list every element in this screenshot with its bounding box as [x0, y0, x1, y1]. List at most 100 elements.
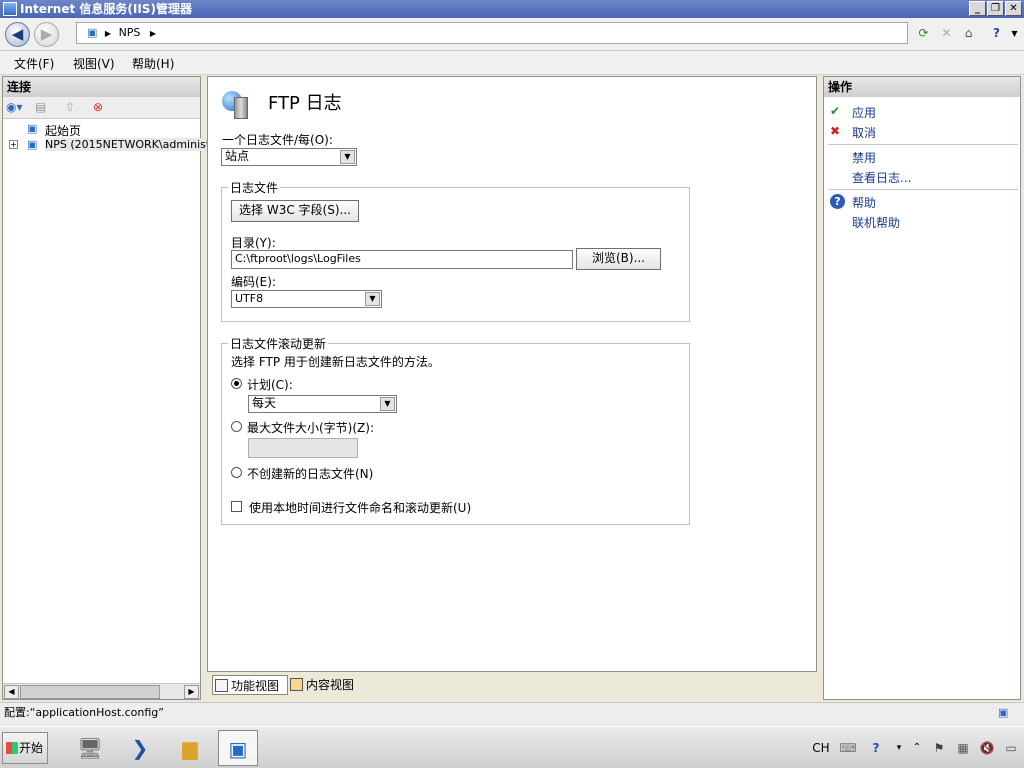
log-rollover-group: 日志文件滚动更新 选择 FTP 用于创建新日志文件的方法。 计划(C): 每天 … — [221, 335, 690, 525]
max-size-radio[interactable] — [231, 421, 242, 432]
page-title: FTP 日志 — [268, 93, 342, 114]
server-icon: ▣ — [87, 26, 98, 39]
language-indicator[interactable]: CH — [810, 727, 832, 768]
options-icon[interactable]: ▾ — [892, 727, 906, 768]
status-bar: 配置:“applicationHost.config” ▣ — [0, 702, 1024, 724]
view-tabs: 功能视图 内容视图 — [207, 675, 817, 697]
directory-input[interactable]: C:\ftproot\logs\LogFiles — [231, 250, 573, 269]
powershell-icon[interactable]: ❯ — [120, 730, 160, 766]
home-icon[interactable]: ⌂ — [960, 25, 977, 42]
local-time-label: 使用本地时间进行文件命名和滚动更新(U) — [249, 501, 472, 515]
action-apply[interactable]: 应用 — [852, 104, 876, 121]
action-center-flag-icon[interactable]: ⚑ — [930, 727, 948, 768]
explorer-folder-icon[interactable]: ▆ — [170, 730, 210, 766]
menu-view[interactable]: 视图(V) — [73, 55, 115, 72]
tree-expander[interactable]: + — [9, 140, 18, 149]
close-button[interactable]: ✕ — [1005, 1, 1022, 16]
show-hidden-icons[interactable]: ⌃ — [910, 727, 924, 768]
content-view-icon — [290, 678, 303, 691]
connections-toolbar: ◉▾ ▤ ⇧ ⊗ — [3, 97, 200, 119]
tab-content-view[interactable]: 内容视图 — [288, 675, 364, 695]
iis-manager-taskbar-icon[interactable]: ▣ — [218, 730, 258, 766]
chevron-down-icon[interactable]: ▼ — [380, 397, 395, 411]
action-online-help[interactable]: 联机帮助 — [852, 214, 900, 231]
address-bar[interactable]: ▣ ▶ NPS ▶ — [76, 22, 908, 44]
server-icon: ▣ — [27, 138, 38, 151]
schedule-radio[interactable] — [231, 378, 242, 389]
menu-bar: 文件(F) 视图(V) 帮助(H) — [0, 51, 1024, 75]
local-time-checkbox[interactable] — [231, 501, 242, 512]
encoding-select[interactable]: UTF8 ▼ — [231, 290, 382, 308]
schedule-select[interactable]: 每天 ▼ — [248, 395, 397, 413]
select-w3c-fields-button[interactable]: 选择 W3C 字段(S)... — [231, 200, 359, 222]
help-icon[interactable]: ? — [988, 25, 1005, 42]
minimize-button[interactable]: _ — [969, 1, 986, 16]
menu-file[interactable]: 文件(F) — [14, 55, 54, 72]
forward-button[interactable]: ▶ — [34, 22, 59, 47]
up-folder-icon[interactable]: ⇧ — [65, 100, 75, 114]
start-page-icon: ▣ — [27, 122, 38, 135]
divider — [828, 144, 1018, 145]
cancel-icon: ✖ — [830, 124, 841, 138]
action-view-logs[interactable]: 查看日志... — [852, 169, 911, 186]
max-size-label: 最大文件大小(字节)(Z): — [247, 421, 374, 435]
windows-flag-icon — [6, 742, 18, 754]
menu-help[interactable]: 帮助(H) — [132, 55, 174, 72]
connections-tree: ▣ 起始页 + ▣ NPS (2015NETWORK\administr — [3, 121, 215, 153]
ftp-logging-page: FTP 日志 一个日志文件/每(O): 站点 ▼ 日志文件 选择 W3C 字段(… — [207, 76, 817, 672]
rollover-description: 选择 FTP 用于创建新日志文件的方法。 — [231, 355, 440, 369]
no-new-log-radio[interactable] — [231, 467, 242, 478]
save-icon[interactable]: ▤ — [35, 100, 46, 114]
refresh-icon[interactable]: ⟳ — [915, 25, 932, 42]
chevron-down-icon[interactable]: ▼ — [340, 150, 355, 164]
back-button[interactable]: ◀ — [5, 22, 30, 47]
tree-item-start-page[interactable]: ▣ 起始页 — [3, 121, 200, 138]
help-icon: ? — [830, 194, 845, 209]
breadcrumb-arrow-icon: ▶ — [149, 29, 157, 38]
navigation-bar: ◀ ▶ ▣ ▶ NPS ▶ ⟳ ✕ ⌂ ? ▼ — [0, 18, 1024, 51]
breadcrumb-arrow-icon: ▶ — [104, 29, 112, 38]
schedule-value: 每天 — [252, 396, 277, 410]
one-log-per-select[interactable]: 站点 ▼ — [221, 148, 357, 166]
scroll-thumb[interactable] — [20, 685, 160, 699]
ftp-logging-icon — [220, 87, 254, 121]
action-disable[interactable]: 禁用 — [852, 149, 876, 166]
one-log-label: 一个日志文件/每(O): — [222, 133, 333, 147]
restore-button[interactable]: ❐ — [987, 1, 1004, 16]
volume-muted-icon[interactable]: 🔇 — [978, 727, 996, 768]
browse-button[interactable]: 浏览(B)... — [576, 248, 661, 270]
features-view-icon — [215, 679, 228, 692]
help-dropdown-icon[interactable]: ▼ — [1006, 25, 1023, 42]
start-button[interactable]: 开始 — [2, 732, 48, 764]
breadcrumb-nps[interactable]: NPS — [119, 26, 141, 39]
server-manager-icon[interactable]: 🖥 — [70, 730, 110, 766]
show-desktop-icon[interactable]: ▭ — [1002, 727, 1020, 768]
horizontal-scrollbar[interactable]: ◀ ▶ — [3, 683, 200, 699]
tab-content-view-label: 内容视图 — [306, 678, 355, 692]
network-icon[interactable]: ▦ — [954, 727, 972, 768]
keyboard-icon[interactable]: ⌨ — [838, 727, 858, 768]
scroll-left-button[interactable]: ◀ — [4, 685, 19, 699]
help-tray-icon[interactable]: ? — [866, 727, 886, 768]
action-help[interactable]: 帮助 — [852, 194, 876, 211]
encoding-value: UTF8 — [235, 292, 264, 305]
log-rollover-group-title: 日志文件滚动更新 — [228, 335, 329, 352]
iis-app-icon — [3, 2, 17, 16]
scroll-right-button[interactable]: ▶ — [184, 685, 199, 699]
connect-globe-icon[interactable]: ◉▾ — [6, 100, 23, 114]
action-cancel[interactable]: 取消 — [852, 124, 876, 141]
connections-header: 连接 — [3, 77, 200, 97]
directory-label: 目录(Y): — [231, 236, 276, 250]
status-text: 配置:“applicationHost.config” — [4, 706, 164, 719]
chevron-down-icon[interactable]: ▼ — [365, 292, 380, 306]
tab-features-view[interactable]: 功能视图 — [212, 675, 288, 695]
log-file-group: 日志文件 选择 W3C 字段(S)... 目录(Y): C:\ftproot\l… — [221, 179, 690, 322]
max-size-input[interactable] — [248, 438, 358, 458]
taskbar: 开始 🖥 ❯ ▆ ▣ CH ⌨ ? ▾ ⌃ ⚑ ▦ 🔇 ▭ — [0, 726, 1024, 768]
no-new-log-label: 不创建新的日志文件(N) — [247, 467, 374, 481]
one-log-value: 站点 — [225, 149, 250, 163]
disconnect-icon[interactable]: ⊗ — [93, 100, 103, 114]
tree-item-server[interactable]: + ▣ NPS (2015NETWORK\administr — [3, 137, 215, 153]
actions-panel: 操作 ✔ 应用 ✖ 取消 禁用 查看日志... ? 帮助 联机帮助 — [823, 76, 1021, 700]
stop-icon[interactable]: ✕ — [938, 25, 955, 42]
